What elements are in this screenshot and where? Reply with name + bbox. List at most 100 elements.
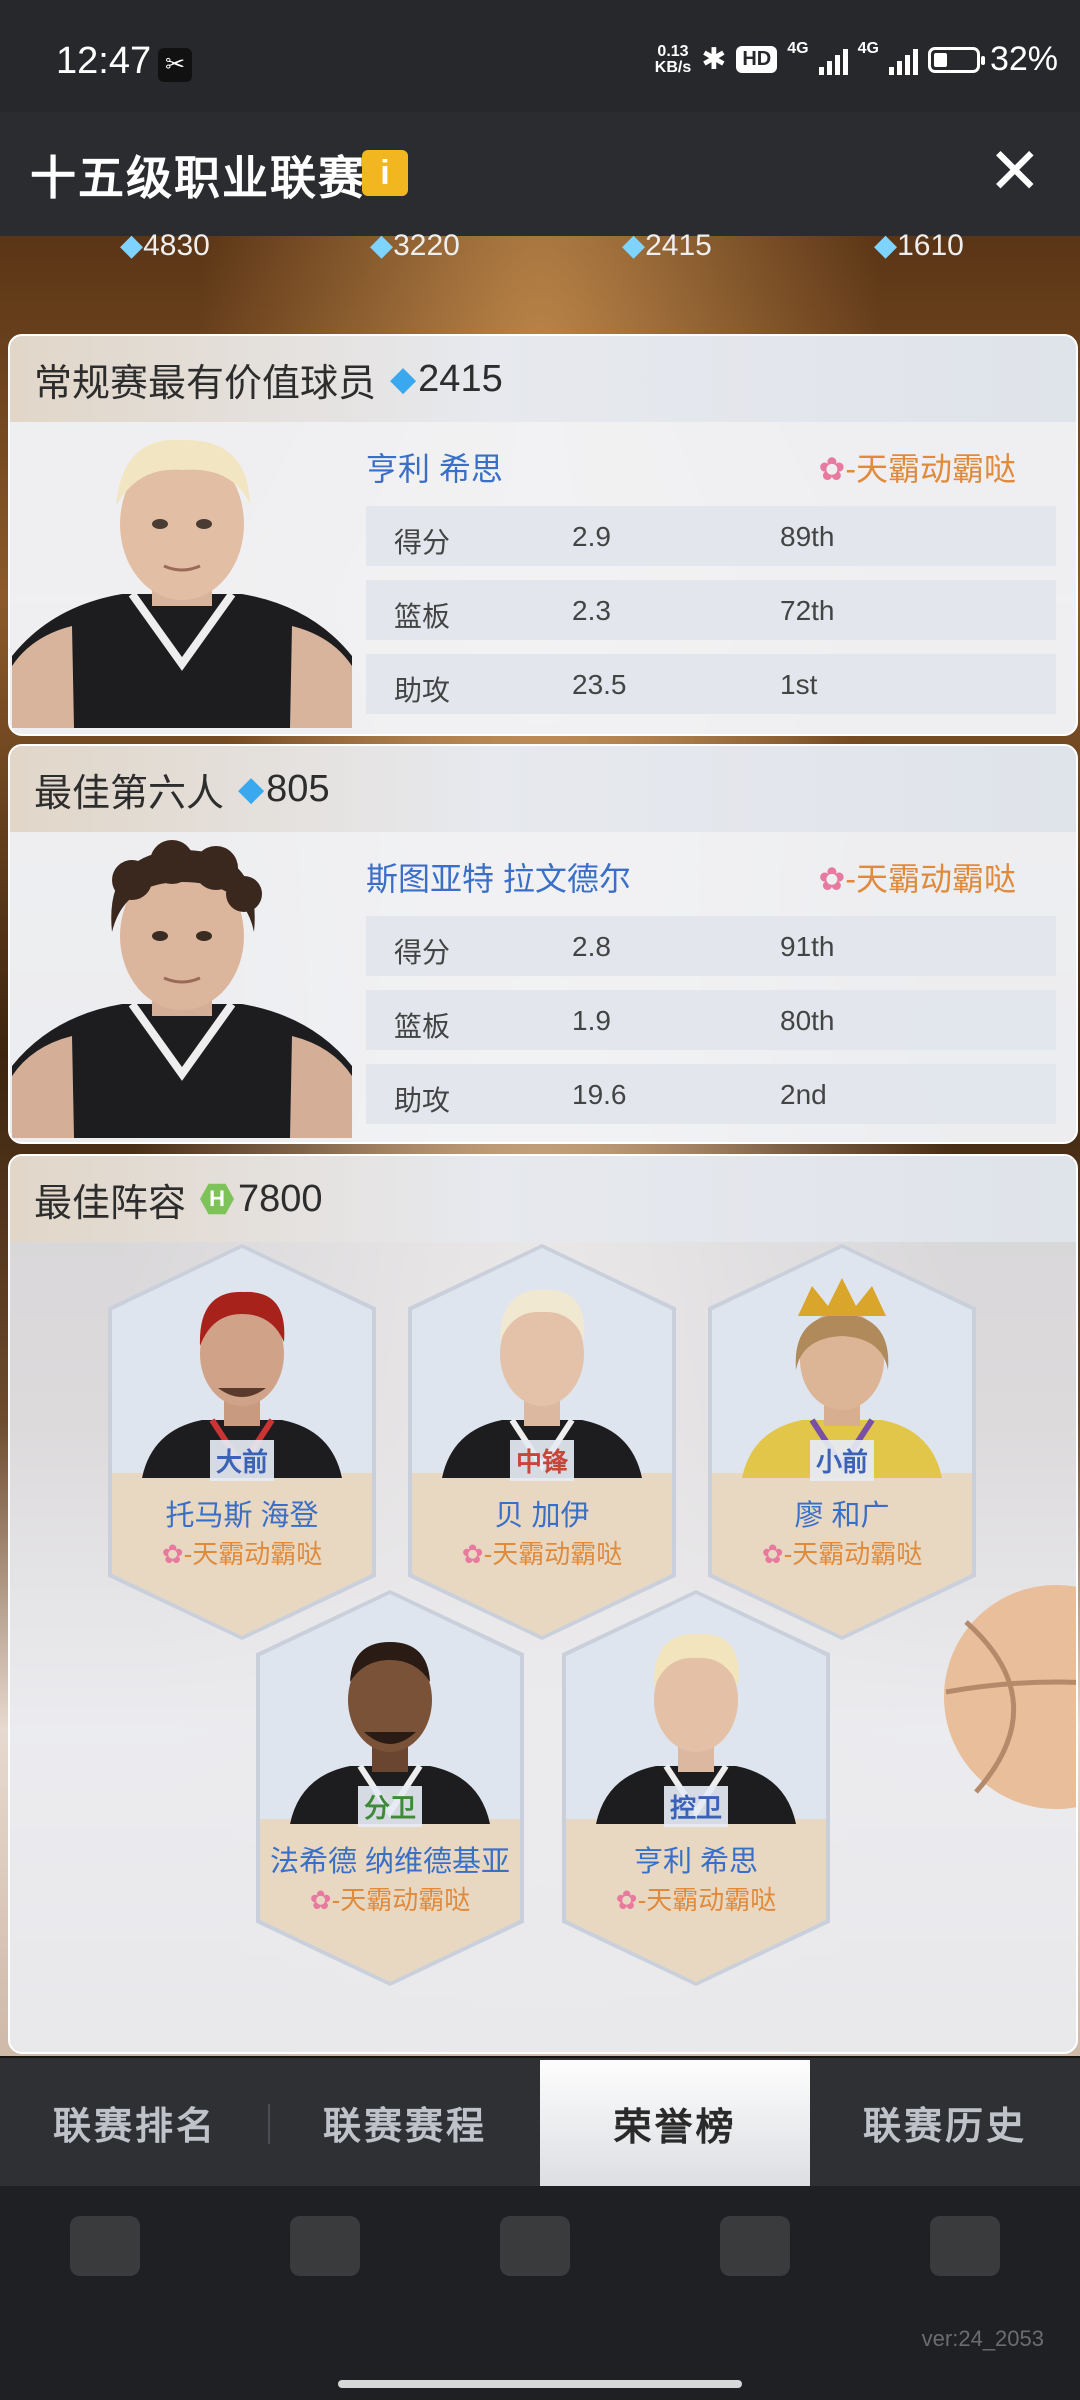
stat-row: 篮板 2.3 72th: [366, 580, 1056, 640]
diamond-icon: ◆: [874, 229, 898, 262]
stat-row: 得分 2.8 91th: [366, 916, 1056, 976]
stat-label: 助攻: [394, 1085, 451, 1116]
player-name: 贝 加伊: [494, 1500, 590, 1532]
flower-icon: ✿: [818, 451, 846, 487]
close-icon[interactable]: ✕: [988, 139, 1042, 203]
flower-icon: ✿: [761, 1539, 784, 1569]
version-label: ver:24_2053: [921, 2326, 1044, 2351]
signal-4g-label: 4G: [787, 40, 809, 57]
tab-league-history[interactable]: 联赛历史: [810, 2058, 1080, 2186]
app-header: 十五级职业联赛: [0, 112, 1080, 236]
hd-icon: HD: [736, 46, 778, 73]
lineup-card-point-guard[interactable]: 控卫 亨利 希思 ✿-天霸动霸哒: [562, 1590, 830, 1986]
stat-label: 得分: [394, 527, 451, 558]
flower-icon: ✿: [818, 861, 846, 897]
status-time: 12:47: [56, 40, 152, 82]
mvp-header: 常规赛最有价值球员 ◆ 2415: [10, 336, 1076, 422]
stat-row: 得分 2.9 89th: [366, 506, 1056, 566]
position-badge: 控卫: [663, 1786, 729, 1827]
position-badge: 中锋: [509, 1440, 575, 1481]
diamond-icon: ◆: [370, 229, 394, 262]
prize-2: ◆3220: [370, 229, 460, 262]
lineup-reward: 7800: [238, 1177, 323, 1220]
scissors-icon: ✂: [158, 48, 192, 82]
team-name: ✿-天霸动霸哒: [818, 861, 1016, 897]
flower-icon: ✿: [161, 1539, 184, 1569]
prize-1: ◆4830: [120, 229, 210, 262]
stat-label: 篮板: [394, 601, 451, 632]
lineup-panel: 最佳阵容 H 7800 大前 托马斯 海登 ✿-天霸动霸哒 中锋 贝 加伊 ✿-…: [8, 1154, 1078, 2054]
stat-label: 篮板: [394, 1011, 451, 1042]
position-badge: 分卫: [357, 1786, 423, 1827]
tab-honor-roll[interactable]: 荣誉榜: [540, 2060, 810, 2186]
battery-percent: 32%: [989, 40, 1058, 78]
sixth-man-title: 最佳第六人: [34, 772, 225, 815]
player-name[interactable]: 亨利 希思: [366, 444, 503, 490]
player-portrait[interactable]: [12, 426, 352, 728]
prize-4: ◆1610: [874, 229, 964, 262]
basketball-icon: [944, 1585, 1076, 1809]
team-name: ✿-天霸动霸哒: [461, 1539, 623, 1569]
player-name: 托马斯 海登: [165, 1500, 319, 1532]
player-name: 廖 和广: [794, 1500, 890, 1532]
background-nav-icons: [0, 2216, 1080, 2316]
mvp-reward: 2415: [418, 357, 503, 400]
mvp-title: 常规赛最有价值球员: [34, 362, 377, 405]
team-name: ✿-天霸动霸哒: [161, 1539, 323, 1569]
signal-icon-2: [888, 45, 918, 75]
page-title: 十五级职业联赛: [30, 152, 366, 204]
stat-value: 23.5: [572, 669, 627, 700]
diamond-icon: ◆: [120, 229, 144, 262]
network-speed: 0.13 KB/s: [654, 42, 692, 76]
position-badge: 小前: [809, 1440, 875, 1481]
signal-icon: [818, 45, 848, 75]
stat-rank: 91th: [780, 931, 835, 962]
diamond-icon: ◆: [622, 229, 646, 262]
flower-icon: ✿: [615, 1885, 638, 1915]
stat-row: 篮板 1.9 80th: [366, 990, 1056, 1050]
lineup-card-power-forward[interactable]: 大前 托马斯 海登 ✿-天霸动霸哒: [108, 1244, 376, 1640]
team-name: ✿-天霸动霸哒: [615, 1885, 777, 1915]
lineup-card-center[interactable]: 中锋 贝 加伊 ✿-天霸动霸哒: [408, 1244, 676, 1640]
status-icons: 0.13 KB/s ✱ HD 4G 4G 32%: [655, 40, 1058, 79]
sixth-man-reward: 805: [266, 767, 330, 810]
crown-icon: [798, 1278, 886, 1316]
sixth-man-panel: 最佳第六人 ◆ 805 斯图亚特 拉文德尔 ✿-天霸动霸哒 得分 2.8 91t…: [8, 744, 1078, 1144]
lineup-card-small-forward[interactable]: 小前 廖 和广 ✿-天霸动霸哒: [708, 1244, 976, 1640]
stat-value: 2.8: [572, 931, 611, 962]
prize-3: ◆2415: [622, 229, 712, 262]
stat-value: 1.9: [572, 1005, 611, 1036]
stat-row: 助攻 19.6 2nd: [366, 1064, 1056, 1124]
stat-label: 得分: [394, 937, 451, 968]
tab-league-schedule[interactable]: 联赛赛程: [270, 2058, 540, 2186]
team-name: ✿-天霸动霸哒: [309, 1885, 471, 1915]
signal-4g-label-2: 4G: [857, 40, 879, 57]
stat-value: 19.6: [572, 1079, 627, 1110]
team-name: ✿-天霸动霸哒: [761, 1539, 923, 1569]
lineup-card-shooting-guard[interactable]: 分卫 法希德 纳维德基亚 ✿-天霸动霸哒: [256, 1590, 524, 1986]
position-badge: 大前: [209, 1440, 275, 1481]
tab-league-ranking[interactable]: 联赛排名: [0, 2058, 270, 2186]
battery-icon: [927, 46, 985, 73]
stat-value: 2.9: [572, 521, 611, 552]
stat-label: 助攻: [394, 675, 451, 706]
stat-rank: 72th: [780, 595, 835, 626]
lineup-title: 最佳阵容: [34, 1182, 187, 1225]
diamond-icon: ◆: [238, 770, 265, 808]
player-name[interactable]: 斯图亚特 拉文德尔: [366, 854, 631, 900]
status-bar: 12:47 ✂ 0.13 KB/s ✱ HD 4G 4G 32%: [0, 0, 1080, 112]
stat-rank: 89th: [780, 521, 835, 552]
flower-icon: ✿: [309, 1885, 332, 1915]
bottom-area: ver:24_2053: [0, 2186, 1080, 2400]
flower-icon: ✿: [461, 1539, 484, 1569]
prize-row: ◆4830 ◆3220 ◆2415 ◆1610: [0, 228, 1080, 262]
info-icon[interactable]: i: [362, 150, 408, 196]
player-name: 法希德 纳维德基亚: [269, 1846, 511, 1878]
team-name: ✿-天霸动霸哒: [818, 451, 1016, 487]
stat-rank: 2nd: [780, 1079, 827, 1110]
home-indicator[interactable]: [338, 2380, 742, 2388]
mvp-panel: 常规赛最有价值球员 ◆ 2415 亨利 希思 ✿-天霸动霸哒 得分 2.9 89…: [8, 334, 1078, 736]
stat-row: 助攻 23.5 1st: [366, 654, 1056, 714]
stat-value: 2.3: [572, 595, 611, 626]
player-portrait[interactable]: [12, 836, 352, 1138]
